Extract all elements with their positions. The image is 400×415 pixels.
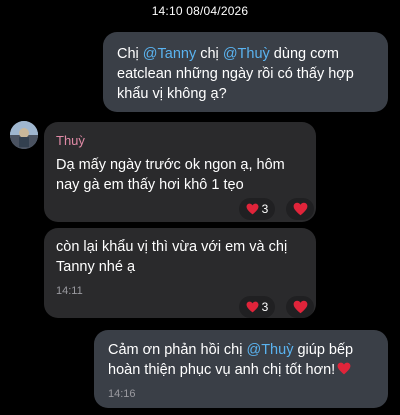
heart-icon (293, 300, 307, 314)
heart-icon (246, 301, 259, 313)
heart-icon (246, 203, 259, 215)
message-text: Cảm ơn phản hồi chị @Thuỳ giúp bếp hoàn … (108, 342, 354, 378)
add-reaction-button[interactable] (286, 198, 314, 220)
outgoing-message-bubble[interactable]: Chị @Tanny chị @Thuỳ dùng cơm eatclean n… (103, 32, 388, 112)
heart-icon (293, 202, 307, 216)
avatar[interactable] (10, 121, 38, 149)
message-text: Dạ mấy ngày trước ok ngon ạ, hôm nay gà … (56, 157, 285, 193)
message-text: còn lại khẩu vị thì vừa với em và chị Ta… (56, 239, 288, 275)
outgoing-message-bubble[interactable]: Cảm ơn phản hồi chị @Thuỳ giúp bếp hoàn … (94, 330, 388, 408)
add-reaction-button[interactable] (286, 296, 314, 318)
heart-icon (337, 362, 351, 375)
incoming-message-bubble[interactable]: Thuỳ Dạ mấy ngày trước ok ngon ạ, hôm na… (44, 122, 316, 222)
message-time: 14:16 (108, 388, 136, 400)
sender-name[interactable]: Thuỳ (56, 131, 304, 151)
reaction-count: 3 (261, 202, 269, 216)
reaction-chip[interactable]: 3 (239, 198, 275, 220)
reaction-chip[interactable]: 3 (239, 296, 275, 318)
date-time-header: 14:10 08/04/2026 (151, 4, 249, 18)
avatar-photo-icon (10, 121, 38, 149)
message-text: Chị @Tanny chị @Thuỳ dùng cơm eatclean n… (117, 46, 354, 102)
mention-tanny[interactable]: @Tanny (143, 46, 196, 62)
reaction-count: 3 (261, 300, 269, 314)
incoming-message-bubble[interactable]: còn lại khẩu vị thì vừa với em và chị Ta… (44, 228, 316, 318)
mention-thuy[interactable]: @Thuỳ (246, 342, 293, 358)
mention-thuy[interactable]: @Thuỳ (223, 46, 270, 62)
